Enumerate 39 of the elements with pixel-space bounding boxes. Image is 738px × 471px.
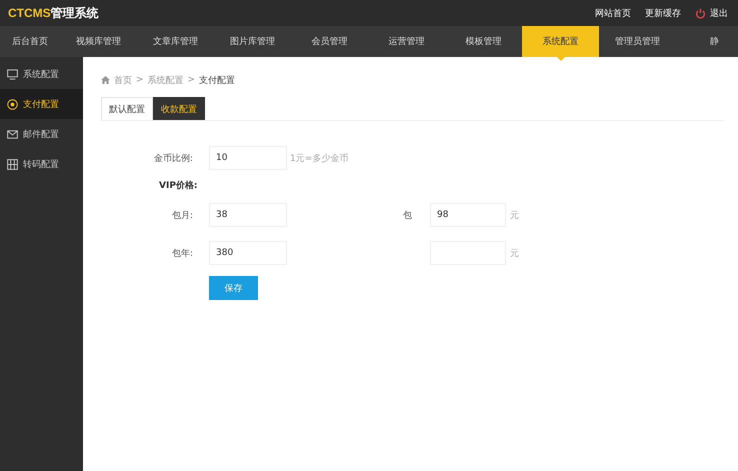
sidebar-item[interactable]: 转码配置 [0,149,83,179]
nav-tab[interactable]: 静 [676,26,738,57]
unit-label: 元 [510,248,519,260]
coin-icon [7,98,18,110]
nav-tab[interactable]: 图片库管理 [214,26,291,57]
grid-icon [7,158,18,170]
nav-tab[interactable]: 后台首页 [0,26,60,57]
app-logo: CTCMS管理系统 [8,4,99,22]
field-label: 包年: [170,248,194,260]
nav-tab[interactable]: 管理员管理 [599,26,676,57]
field-label: 金币比例: [152,152,194,164]
input-field[interactable]: 38 [209,203,287,227]
section-heading: VIP价格: [159,180,199,192]
header-link[interactable]: 网站首页 [595,6,631,20]
header-link[interactable]: 更新缓存 [645,6,681,20]
field-hint: 1元=多少金币 [290,152,348,164]
input-field[interactable]: 10 [209,146,287,170]
breadcrumb-current: 支付配置 [199,74,236,86]
input-field[interactable]: 380 [209,241,287,265]
sidebar-item[interactable]: 系统配置 [0,59,83,89]
sidebar-item[interactable]: 邮件配置 [0,119,83,149]
breadcrumb-separator: > [136,75,144,85]
nav-tab[interactable]: 视频库管理 [60,26,137,57]
nav-tab[interactable]: 会员管理 [291,26,368,57]
monitor-icon [7,68,18,80]
logout-link[interactable]: 退出 [695,6,728,20]
field-label: 包月: [170,210,194,222]
nav-tab[interactable]: 运营管理 [368,26,445,57]
field-label: 包 [403,210,412,220]
sidebar-item[interactable]: 支付配置 [0,89,83,119]
nav-tab[interactable]: 文章库管理 [137,26,214,57]
tab[interactable]: 收款配置 [153,97,205,120]
breadcrumb-separator: > [188,75,196,85]
mail-icon [7,128,18,140]
home-icon [101,76,110,84]
unit-label: 元 [510,210,519,222]
power-icon [695,8,706,18]
input-field[interactable]: 98 [430,203,506,227]
nav-tab[interactable]: 模板管理 [445,26,522,57]
